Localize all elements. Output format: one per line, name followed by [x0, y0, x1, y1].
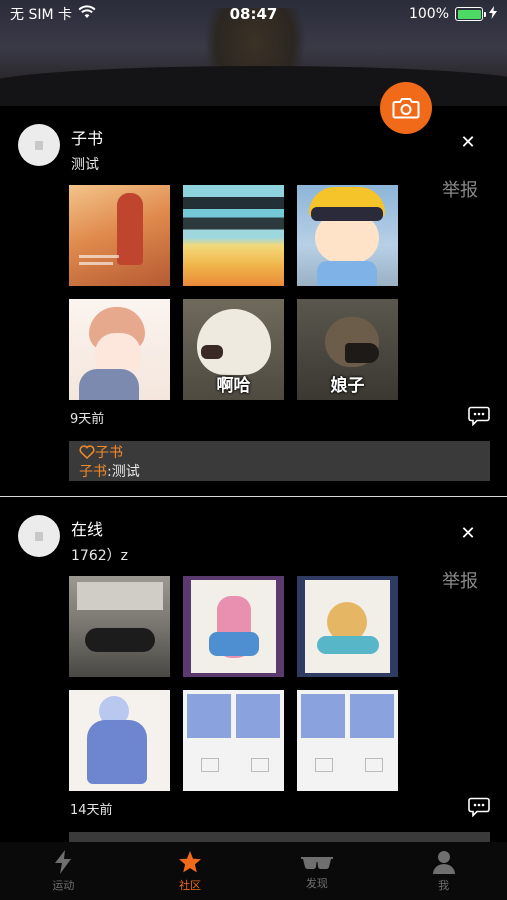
likes-comments-box: 子书 子书:测试: [69, 441, 490, 481]
likes-users[interactable]: 子书: [95, 442, 123, 462]
image-caption: 娘子: [330, 376, 365, 396]
post-text: 1762）z: [71, 548, 128, 564]
close-icon[interactable]: ✕: [458, 132, 478, 153]
clock: 08:47: [229, 5, 278, 23]
comment-text: :测试: [107, 464, 140, 480]
comment-icon[interactable]: [468, 797, 490, 821]
post-username[interactable]: 子书: [71, 125, 103, 149]
post-image[interactable]: [297, 690, 398, 791]
tab-sport[interactable]: 运动: [0, 842, 127, 900]
status-left: 无 SIM 卡: [10, 4, 96, 24]
sunglasses-icon: [300, 856, 333, 869]
post-image-grid: [69, 576, 398, 791]
comment-user[interactable]: 子书: [79, 464, 107, 480]
person-icon: [432, 850, 455, 874]
post-image[interactable]: 娘子: [297, 299, 398, 400]
wifi-icon: [78, 5, 96, 23]
tab-label: 运动: [52, 878, 75, 892]
community-feed[interactable]: 子书 测试 ✕ 举报 啊哈 娘子 9天前 子书 子书:测试 在线 1762）z …: [0, 106, 507, 842]
likes-comments-box: [69, 832, 490, 842]
star-icon: [179, 850, 202, 872]
lightning-icon: [55, 849, 72, 874]
post-image[interactable]: [69, 299, 170, 400]
post-image[interactable]: [183, 185, 284, 286]
tab-community[interactable]: 社区: [127, 842, 254, 900]
charging-icon: [489, 5, 497, 23]
status-right: 100%: [408, 5, 497, 23]
post-image-grid: 啊哈 娘子: [69, 185, 398, 400]
post-username[interactable]: 在线: [71, 516, 103, 540]
status-bar: 无 SIM 卡 08:47 100%: [0, 0, 507, 28]
battery-percent: 100%: [408, 6, 449, 22]
post-image[interactable]: [297, 185, 398, 286]
post-card: 子书 测试 ✕ 举报 啊哈 娘子 9天前 子书 子书:测试: [0, 106, 507, 496]
camera-icon: [392, 98, 420, 119]
carrier-label: 无 SIM 卡: [10, 7, 72, 23]
tab-label: 社区: [179, 878, 202, 892]
post-image[interactable]: [183, 576, 284, 677]
post-image[interactable]: [297, 576, 398, 677]
comment-icon[interactable]: [468, 406, 490, 430]
post-image[interactable]: [183, 690, 284, 791]
post-image[interactable]: [69, 185, 170, 286]
post-image[interactable]: 啊哈: [183, 299, 284, 400]
tab-label: 发现: [305, 876, 328, 890]
heart-icon[interactable]: [79, 444, 95, 459]
tab-label: 我: [438, 878, 450, 892]
avatar[interactable]: [18, 515, 60, 557]
post-image[interactable]: [69, 576, 170, 677]
tab-me[interactable]: 我: [380, 842, 507, 900]
battery-icon: [455, 7, 486, 21]
post-time: 14天前: [70, 803, 113, 818]
post-image[interactable]: [69, 690, 170, 791]
report-button[interactable]: 举报: [442, 567, 478, 593]
likes-row: 子书: [79, 442, 480, 461]
image-caption: 啊哈: [216, 376, 251, 396]
comment-row: 子书:测试: [79, 461, 480, 480]
comment-row: [79, 833, 480, 842]
post-card: 在线 1762）z ✕ 举报 14天前: [0, 496, 507, 842]
post-text: 测试: [71, 157, 99, 173]
camera-button[interactable]: [380, 82, 432, 134]
avatar[interactable]: [18, 124, 60, 166]
tab-discover[interactable]: 发现: [254, 842, 381, 900]
bottom-tab-bar: 运动 社区 发现 我: [0, 842, 507, 900]
report-button[interactable]: 举报: [442, 176, 478, 202]
post-time: 9天前: [70, 412, 105, 427]
close-icon[interactable]: ✕: [458, 523, 478, 544]
